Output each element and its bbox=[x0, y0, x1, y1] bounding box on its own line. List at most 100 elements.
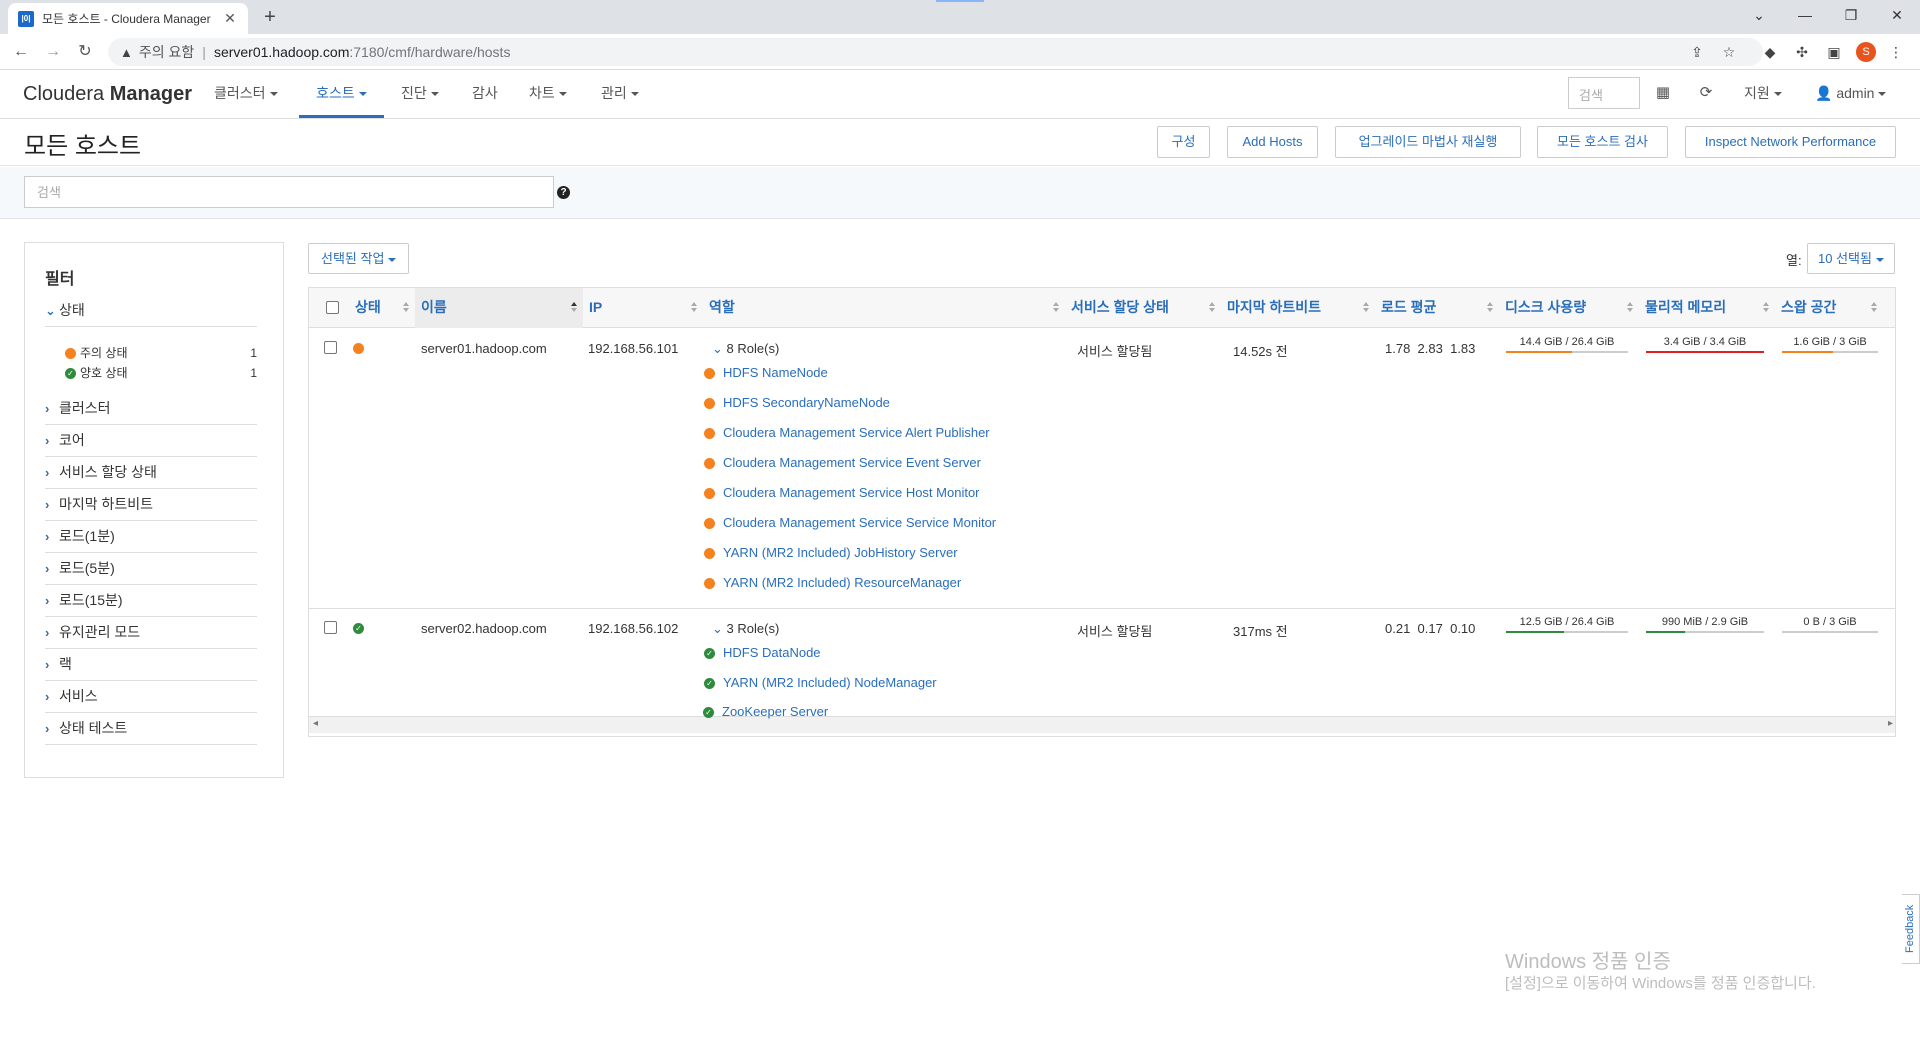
add-hosts-button[interactable]: Add Hosts bbox=[1227, 126, 1318, 158]
role-link[interactable]: HDFS DataNode bbox=[723, 645, 821, 660]
role-link[interactable]: HDFS SecondaryNameNode bbox=[723, 395, 890, 410]
role-item[interactable]: HDFS NameNode bbox=[704, 363, 828, 383]
tab-close-icon[interactable]: ✕ bbox=[222, 10, 238, 27]
security-label[interactable]: 주의 요함 bbox=[139, 42, 194, 62]
select-all-checkbox[interactable] bbox=[326, 301, 339, 314]
selected-action-dropdown[interactable]: 선택된 작업 bbox=[308, 243, 410, 274]
table-row[interactable]: server01.hadoop.com 192.168.56.101 ⌄ 8 R… bbox=[309, 329, 1895, 609]
running-commands-icon[interactable]: ⟳ bbox=[1694, 81, 1718, 105]
extension-icon[interactable]: ◆ bbox=[1760, 42, 1780, 62]
role-item[interactable]: HDFS SecondaryNameNode bbox=[704, 393, 890, 413]
parcel-icon[interactable]: ▦ bbox=[1651, 81, 1675, 105]
row-checkbox[interactable] bbox=[324, 621, 337, 634]
filter-section-cluster[interactable]: › 클러스터 bbox=[45, 393, 257, 425]
tab-search-chevron-icon[interactable]: ⌄ bbox=[1736, 0, 1782, 30]
column-header-status[interactable]: 상태 bbox=[349, 288, 415, 328]
column-header-load-average[interactable]: 로드 평균 bbox=[1375, 288, 1499, 328]
role-link[interactable]: Cloudera Management Service Service Moni… bbox=[723, 515, 996, 530]
column-header-swap-space[interactable]: 스왑 공간 bbox=[1775, 288, 1883, 328]
column-header-commission-state[interactable]: 서비스 할당 상태 bbox=[1065, 288, 1221, 328]
filter-section-status[interactable]: ⌄ 상태 bbox=[45, 295, 257, 327]
nav-clusters[interactable]: 클러스터 bbox=[214, 71, 278, 118]
role-item[interactable]: Cloudera Management Service Host Monitor bbox=[704, 483, 980, 503]
role-item[interactable]: ✓ HDFS DataNode bbox=[704, 643, 821, 663]
filter-section-load15[interactable]: › 로드(15분) bbox=[45, 585, 257, 617]
column-header-ip[interactable]: IP bbox=[583, 288, 703, 328]
horizontal-scrollbar[interactable]: ◂ ▸ bbox=[309, 716, 1895, 733]
nav-diagnostics[interactable]: 진단 bbox=[401, 71, 439, 118]
role-link[interactable]: ZooKeeper Server bbox=[722, 704, 828, 719]
role-item[interactable]: ✓ YARN (MR2 Included) NodeManager bbox=[704, 673, 937, 693]
role-link[interactable]: Cloudera Management Service Alert Publis… bbox=[723, 425, 990, 440]
column-header-name[interactable]: 이름 bbox=[415, 288, 583, 328]
column-header-roles[interactable]: 역할 bbox=[703, 288, 1065, 328]
nav-user[interactable]: 👤 admin bbox=[1815, 71, 1887, 118]
sidebar-icon[interactable]: ▣ bbox=[1824, 42, 1844, 62]
role-item[interactable]: Cloudera Management Service Event Server bbox=[704, 453, 981, 473]
address-bar[interactable]: ▲ 주의 요함 | server01.hadoop.com :7180/cmf/… bbox=[108, 38, 1763, 66]
scroll-left-icon[interactable]: ◂ bbox=[313, 718, 318, 729]
role-item[interactable]: Cloudera Management Service Alert Publis… bbox=[704, 423, 990, 443]
nav-audits[interactable]: 감사 bbox=[472, 71, 498, 118]
browser-tab[interactable]: |0| 모든 호스트 - Cloudera Manager ✕ bbox=[8, 3, 248, 34]
row-checkbox[interactable] bbox=[324, 341, 337, 354]
filter-section-health-tests[interactable]: › 상태 테스트 bbox=[45, 713, 257, 745]
columns-dropdown[interactable]: 10 선택됨 bbox=[1807, 243, 1895, 274]
nav-administration[interactable]: 관리 bbox=[601, 71, 639, 118]
role-item[interactable]: YARN (MR2 Included) JobHistory Server bbox=[704, 543, 958, 563]
host-name-link[interactable]: server01.hadoop.com bbox=[421, 341, 547, 356]
filter-section-load5[interactable]: › 로드(5분) bbox=[45, 553, 257, 585]
column-header-disk-usage[interactable]: 디스크 사용량 bbox=[1499, 288, 1639, 328]
profile-icon[interactable]: S bbox=[1856, 42, 1876, 62]
role-link[interactable]: YARN (MR2 Included) NodeManager bbox=[723, 675, 937, 690]
forward-icon[interactable]: → bbox=[41, 40, 65, 64]
roles-toggle[interactable]: ⌄ 8 Role(s) bbox=[712, 341, 779, 357]
filter-status-concerning[interactable]: 주의 상태 1 bbox=[65, 343, 257, 363]
role-link[interactable]: Cloudera Management Service Event Server bbox=[723, 455, 981, 470]
puzzle-icon[interactable]: ✣ bbox=[1792, 42, 1812, 62]
column-header-physical-memory[interactable]: 물리적 메모리 bbox=[1639, 288, 1775, 328]
close-window-icon[interactable]: ✕ bbox=[1874, 0, 1920, 30]
role-link[interactable]: YARN (MR2 Included) ResourceManager bbox=[723, 575, 961, 590]
table-row[interactable]: ✓ server02.hadoop.com 192.168.56.102 ⌄ 3… bbox=[309, 609, 1895, 716]
role-link[interactable]: Cloudera Management Service Host Monitor bbox=[723, 485, 980, 500]
nav-search-input[interactable]: 검색 bbox=[1568, 77, 1640, 109]
scroll-right-icon[interactable]: ▸ bbox=[1888, 718, 1893, 729]
filter-section-label: 랙 bbox=[59, 656, 72, 672]
role-item[interactable]: Cloudera Management Service Service Moni… bbox=[704, 513, 996, 533]
reload-icon[interactable]: ↻ bbox=[73, 40, 97, 64]
minimize-icon[interactable]: — bbox=[1782, 0, 1828, 30]
filter-section-commission[interactable]: › 서비스 할당 상태 bbox=[45, 457, 257, 489]
new-tab-button[interactable]: + bbox=[258, 6, 282, 30]
configure-button[interactable]: 구성 bbox=[1157, 126, 1210, 158]
menu-icon[interactable]: ⋮ bbox=[1886, 42, 1906, 62]
back-icon[interactable]: ← bbox=[9, 40, 33, 64]
column-header-last-heartbeat[interactable]: 마지막 하트비트 bbox=[1221, 288, 1375, 328]
filter-section-core[interactable]: › 코어 bbox=[45, 425, 257, 457]
brand-logo[interactable]: Cloudera Manager bbox=[23, 83, 192, 106]
role-item[interactable]: ✓ ZooKeeper Server bbox=[703, 702, 828, 722]
inspect-network-button[interactable]: Inspect Network Performance bbox=[1685, 126, 1896, 158]
filter-section-heartbeat[interactable]: › 마지막 하트비트 bbox=[45, 489, 257, 521]
share-icon[interactable]: ⇪ bbox=[1687, 42, 1707, 62]
nav-charts[interactable]: 차트 bbox=[529, 71, 567, 118]
nav-hosts[interactable]: 호스트 bbox=[299, 71, 384, 118]
host-name-link[interactable]: server02.hadoop.com bbox=[421, 621, 547, 636]
role-item[interactable]: YARN (MR2 Included) ResourceManager bbox=[704, 573, 961, 593]
filter-section-service[interactable]: › 서비스 bbox=[45, 681, 257, 713]
filter-section-rack[interactable]: › 랙 bbox=[45, 649, 257, 681]
restore-icon[interactable]: ❐ bbox=[1828, 0, 1874, 30]
inspect-all-hosts-button[interactable]: 모든 호스트 검사 bbox=[1537, 126, 1668, 158]
filter-section-load1[interactable]: › 로드(1분) bbox=[45, 521, 257, 553]
host-search-input[interactable] bbox=[24, 176, 554, 208]
roles-toggle[interactable]: ⌄ 3 Role(s) bbox=[712, 621, 779, 637]
feedback-tab[interactable]: Feedback bbox=[1902, 894, 1920, 964]
role-link[interactable]: YARN (MR2 Included) JobHistory Server bbox=[723, 545, 958, 560]
filter-status-good[interactable]: ✓ 양호 상태 1 bbox=[65, 363, 257, 383]
role-link[interactable]: HDFS NameNode bbox=[723, 365, 828, 380]
nav-support[interactable]: 지원 bbox=[1744, 71, 1782, 118]
help-icon[interactable]: ? bbox=[557, 186, 570, 199]
filter-section-maintenance[interactable]: › 유지관리 모드 bbox=[45, 617, 257, 649]
rerun-upgrade-wizard-button[interactable]: 업그레이드 마법사 재실행 bbox=[1335, 126, 1521, 158]
star-icon[interactable]: ☆ bbox=[1719, 42, 1739, 62]
